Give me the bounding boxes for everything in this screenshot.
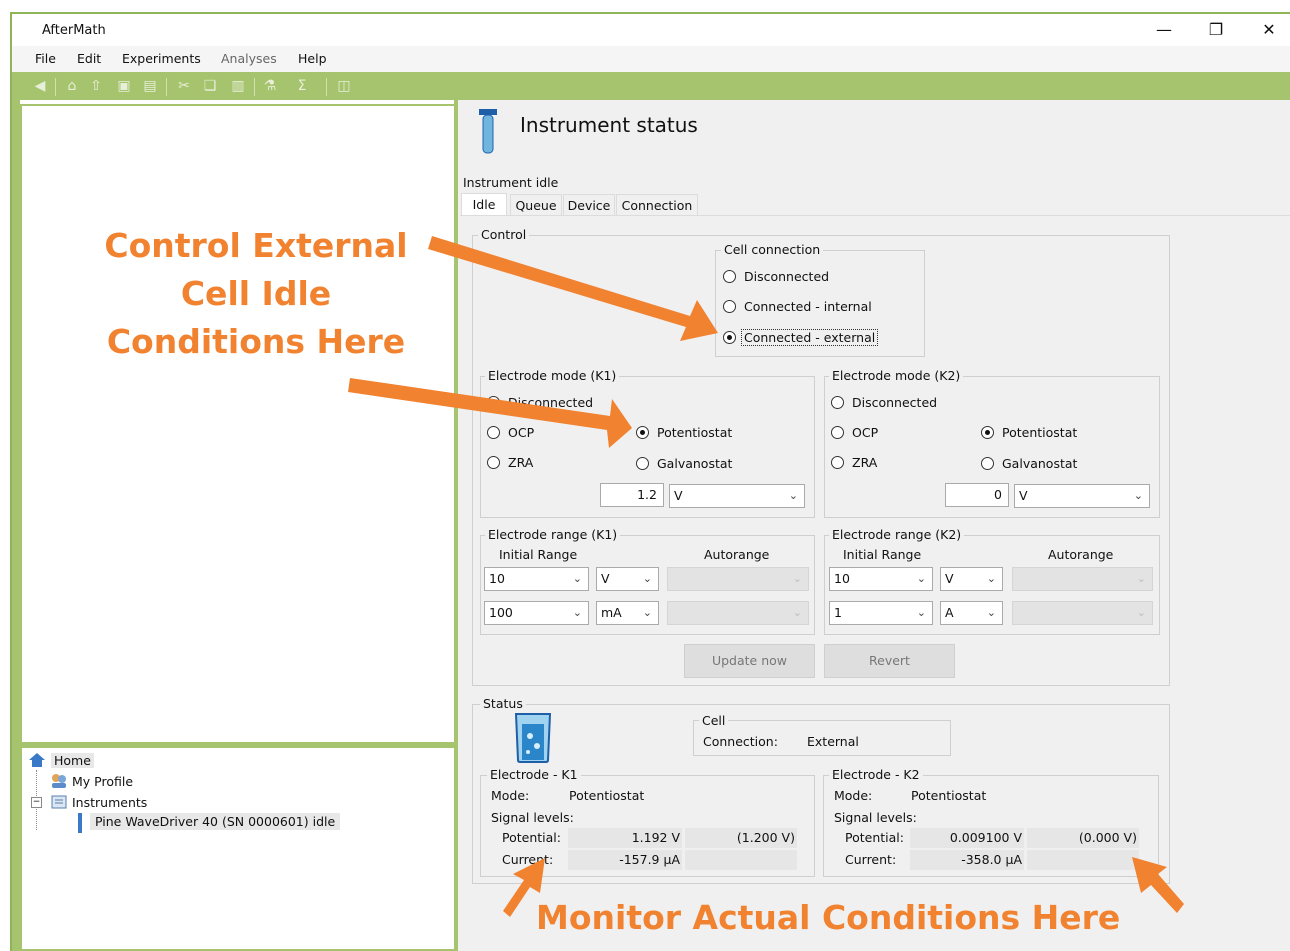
arrow-to-external [428,236,718,341]
arrow-to-k1-current [503,858,545,917]
arrow-to-k2-potential [1132,857,1184,913]
arrow-to-potentiostat [348,378,632,448]
annotation-arrows [348,236,1184,917]
